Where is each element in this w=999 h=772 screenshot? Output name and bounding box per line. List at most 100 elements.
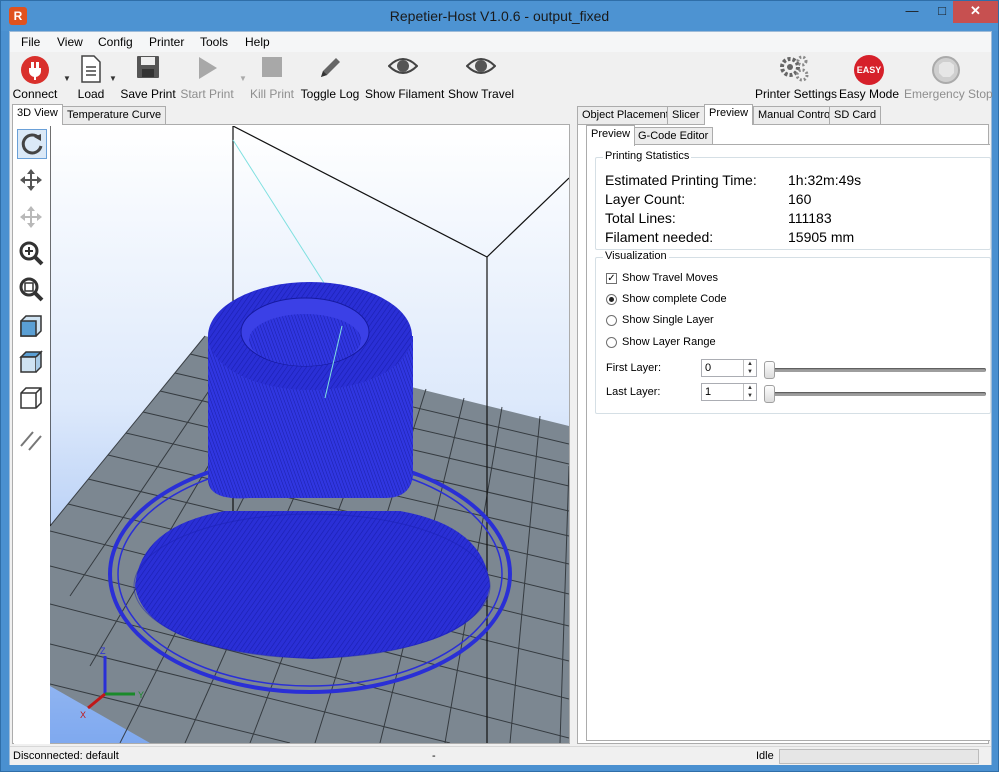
tab-temperature-curve[interactable]: Temperature Curve <box>62 106 167 124</box>
status-bar: Disconnected: default - Idle <box>10 746 991 765</box>
print-preview-scene: Z Y X <box>50 126 569 743</box>
last-layer-value: 1 <box>705 386 712 398</box>
play-icon <box>199 57 217 79</box>
first-layer-label: First Layer: <box>606 362 662 374</box>
parallel-lines-icon <box>20 431 42 451</box>
show-layer-range-label: Show Layer Range <box>622 336 716 348</box>
3d-view-panel: Z Y X <box>12 124 570 744</box>
zoom-in-icon <box>19 241 44 266</box>
stop-icon <box>262 57 282 77</box>
print-progress-bar <box>779 749 979 764</box>
start-print-button[interactable]: Start Print <box>179 55 235 101</box>
tab-3d-view[interactable]: 3D View <box>12 104 63 125</box>
right-panel: Object Placement Slicer Preview Manual C… <box>577 104 991 744</box>
start-print-label: Start Print <box>180 87 234 101</box>
filament-needed-value: 15905 mm <box>788 229 855 245</box>
show-filament-button[interactable]: Show Filament <box>365 55 445 101</box>
start-print-dropdown-icon[interactable]: ▼ <box>239 74 247 83</box>
last-layer-slider-thumb[interactable] <box>764 385 775 403</box>
axis-x-label: X <box>80 710 86 720</box>
emergency-stop-button[interactable]: Emergency Stop <box>904 55 993 101</box>
show-travel-button[interactable]: Show Travel <box>448 55 514 101</box>
menu-printer[interactable]: Printer <box>149 35 184 49</box>
kill-print-button[interactable]: Kill Print <box>248 55 296 101</box>
spin-down-icon[interactable]: ▼ <box>743 368 756 376</box>
3d-canvas[interactable]: Z Y X <box>50 126 569 743</box>
window-title: Repetier-Host V1.0.6 - output_fixed <box>389 8 610 24</box>
preview-content: Printing Statistics Estimated Printing T… <box>586 144 991 741</box>
kill-print-label: Kill Print <box>249 87 294 101</box>
save-print-label: Save Print <box>120 87 176 101</box>
load-label: Load <box>77 87 105 101</box>
tab-manual-control[interactable]: Manual Control <box>753 106 838 124</box>
rotate-icon <box>21 133 43 155</box>
model-base <box>135 511 490 659</box>
layer-count-value: 160 <box>788 191 812 207</box>
preview-panel: Preview G-Code Editor Printing Statistic… <box>577 124 991 744</box>
plug-icon <box>21 56 49 84</box>
tab-slicer[interactable]: Slicer <box>667 106 705 124</box>
last-layer-slider[interactable] <box>766 392 986 396</box>
menu-help[interactable]: Help <box>245 35 270 49</box>
spin-up-icon[interactable]: ▲ <box>743 360 756 368</box>
radio-empty-icon <box>606 337 617 348</box>
view-side-tool[interactable] <box>17 384 47 414</box>
tab-sd-card[interactable]: SD Card <box>829 106 882 124</box>
save-disk-icon <box>137 56 159 78</box>
menu-view[interactable]: View <box>57 35 83 49</box>
show-filament-label: Show Filament <box>365 87 445 101</box>
last-layer-spinner[interactable]: 1 ▲ ▼ <box>701 383 757 401</box>
menu-tools[interactable]: Tools <box>200 35 228 49</box>
first-layer-slider-thumb[interactable] <box>764 361 775 379</box>
load-dropdown-icon[interactable]: ▼ <box>109 74 117 83</box>
tab-preview[interactable]: Preview <box>704 104 754 125</box>
app-window: R Repetier-Host V1.0.6 - output_fixed — … <box>0 0 999 772</box>
connect-dropdown-icon[interactable]: ▼ <box>63 74 71 83</box>
close-button[interactable]: ✕ <box>953 1 998 23</box>
first-layer-spinner[interactable]: 0 ▲ ▼ <box>701 359 757 377</box>
menu-bar: File View Config Printer Tools Help <box>10 32 991 52</box>
connect-button[interactable]: Connect <box>12 55 58 101</box>
minimize-button[interactable]: — <box>897 1 927 23</box>
move-object-tool[interactable] <box>17 203 47 233</box>
easy-mode-button[interactable]: EASY Easy Mode <box>839 55 899 101</box>
gears-icon <box>780 55 809 82</box>
checkbox-checked-icon: ✓ <box>606 273 617 284</box>
eye-icon <box>388 58 418 74</box>
fit-view-tool[interactable] <box>17 275 47 305</box>
last-layer-label: Last Layer: <box>606 386 661 398</box>
move-arrows-icon <box>20 169 42 191</box>
move-view-tool[interactable] <box>17 166 47 196</box>
rotate-view-tool[interactable] <box>17 129 47 159</box>
menu-config[interactable]: Config <box>98 35 133 49</box>
menu-file[interactable]: File <box>21 35 40 49</box>
spin-down-icon[interactable]: ▼ <box>743 392 756 400</box>
load-button[interactable]: Load <box>72 55 110 101</box>
toggle-log-button[interactable]: Toggle Log <box>300 55 360 101</box>
total-lines-value: 111183 <box>788 210 832 226</box>
visualization-title: Visualization <box>603 250 669 262</box>
tab-object-placement[interactable]: Object Placement <box>577 106 674 124</box>
total-lines-label: Total Lines: <box>605 210 676 226</box>
estimated-time-label: Estimated Printing Time: <box>605 172 757 188</box>
printing-statistics-title: Printing Statistics <box>603 150 692 162</box>
zoom-tool[interactable] <box>17 239 47 269</box>
subtab-preview[interactable]: Preview <box>586 125 636 146</box>
view-top-tool[interactable] <box>17 348 47 378</box>
emergency-stop-label: Emergency Stop <box>904 87 993 101</box>
first-layer-value: 0 <box>705 362 712 374</box>
document-icon <box>81 55 101 83</box>
save-print-button[interactable]: Save Print <box>120 55 176 101</box>
filament-needed-label: Filament needed: <box>605 229 714 245</box>
parallel-projection-tool[interactable] <box>17 426 47 456</box>
eye-icon <box>466 58 496 74</box>
view-front-tool[interactable] <box>17 312 47 342</box>
axis-z-label: Z <box>100 646 106 656</box>
show-travel-label: Show Travel <box>448 87 515 101</box>
first-layer-slider[interactable] <box>766 368 986 372</box>
radio-selected-icon <box>606 294 617 305</box>
printer-settings-button[interactable]: Printer Settings <box>755 55 837 101</box>
emergency-stop-icon <box>932 56 960 84</box>
subtab-gcode-editor[interactable]: G-Code Editor <box>633 127 714 145</box>
spin-up-icon[interactable]: ▲ <box>743 384 756 392</box>
